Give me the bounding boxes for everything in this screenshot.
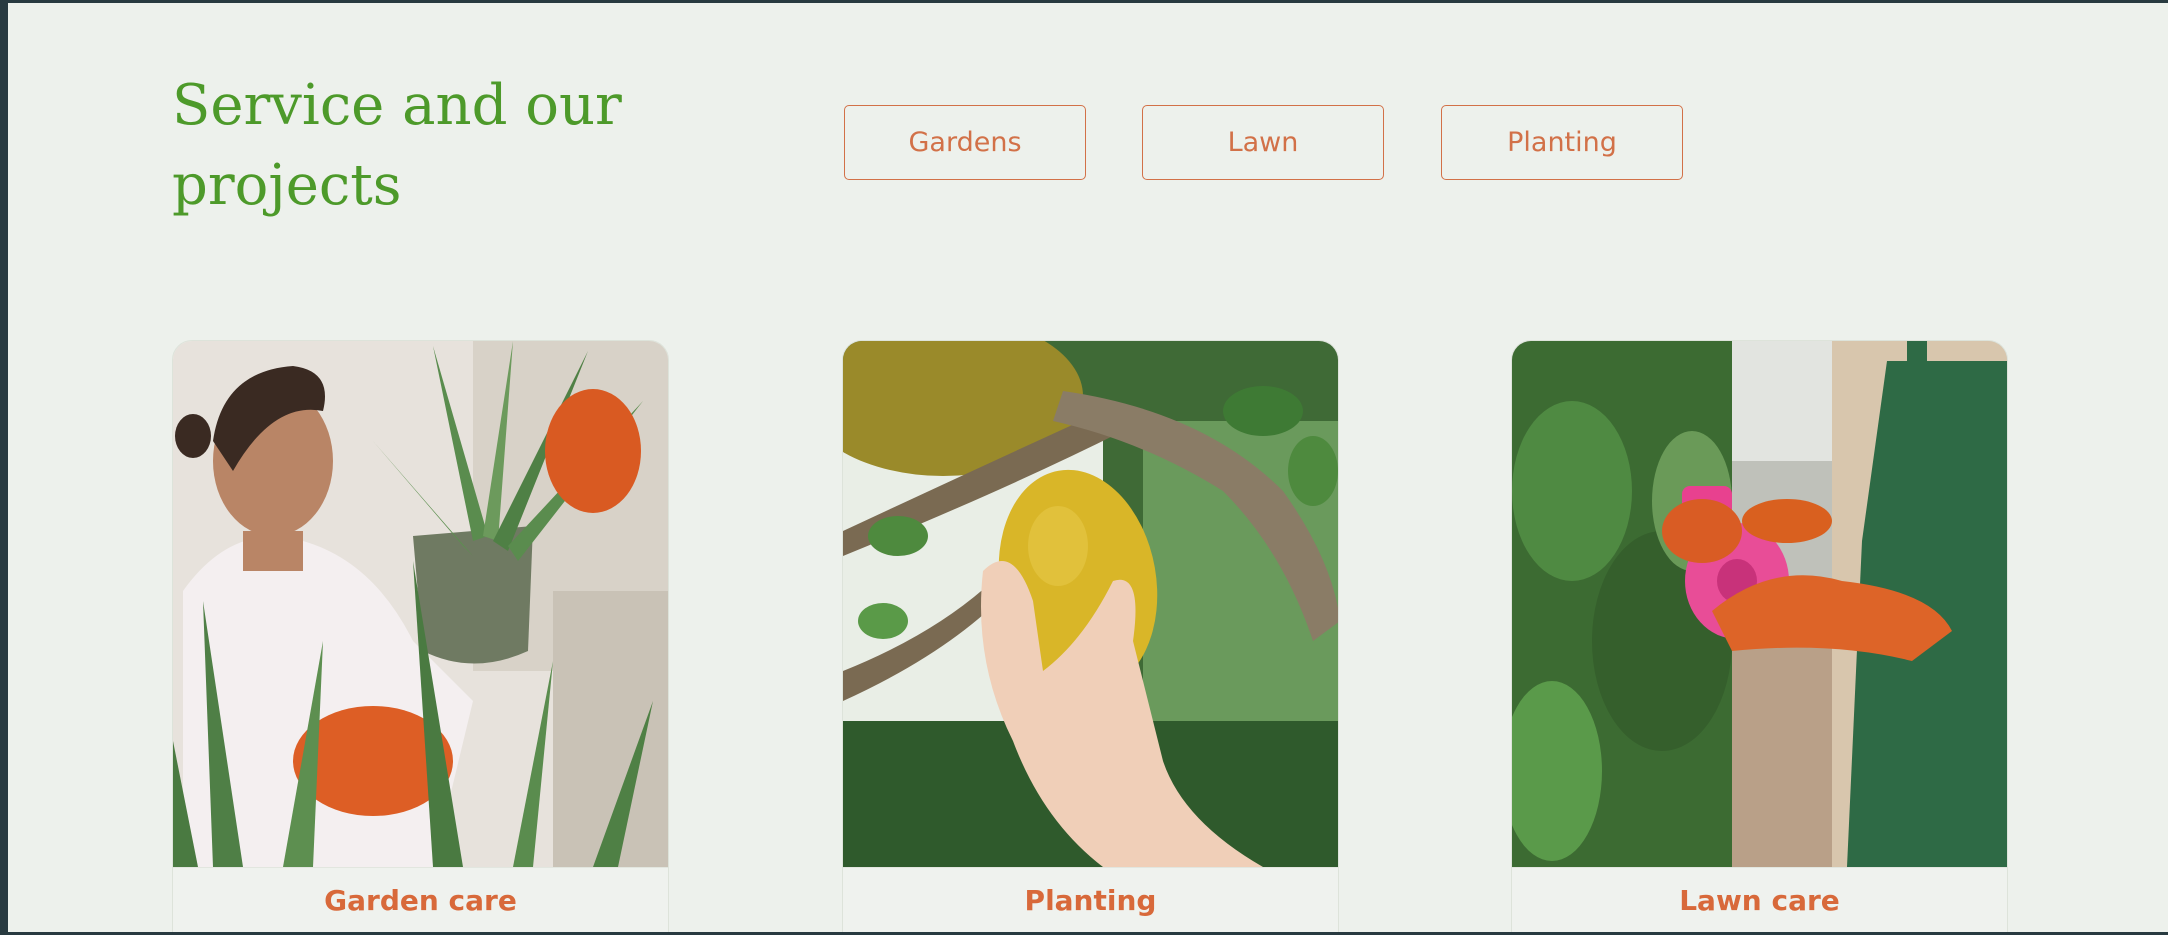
filter-planting-button[interactable]: Planting [1441,105,1683,180]
service-card-garden-care[interactable]: Garden care [172,340,669,932]
card-title: Lawn care [1512,867,2007,932]
services-section: Service and our projects Gardens Lawn Pl… [8,3,2168,932]
card-title: Planting [843,867,1338,932]
planting-photo [843,341,1338,867]
service-card-lawn-care[interactable]: Lawn care [1511,340,2008,932]
filter-lawn-button[interactable]: Lawn [1142,105,1384,180]
filter-gardens-button[interactable]: Gardens [844,105,1086,180]
lawn-care-photo [1512,341,2007,867]
card-title: Garden care [173,867,668,932]
service-card-planting[interactable]: Planting [842,340,1339,932]
section-heading: Service and our projects [172,73,622,218]
garden-care-photo [173,341,668,867]
